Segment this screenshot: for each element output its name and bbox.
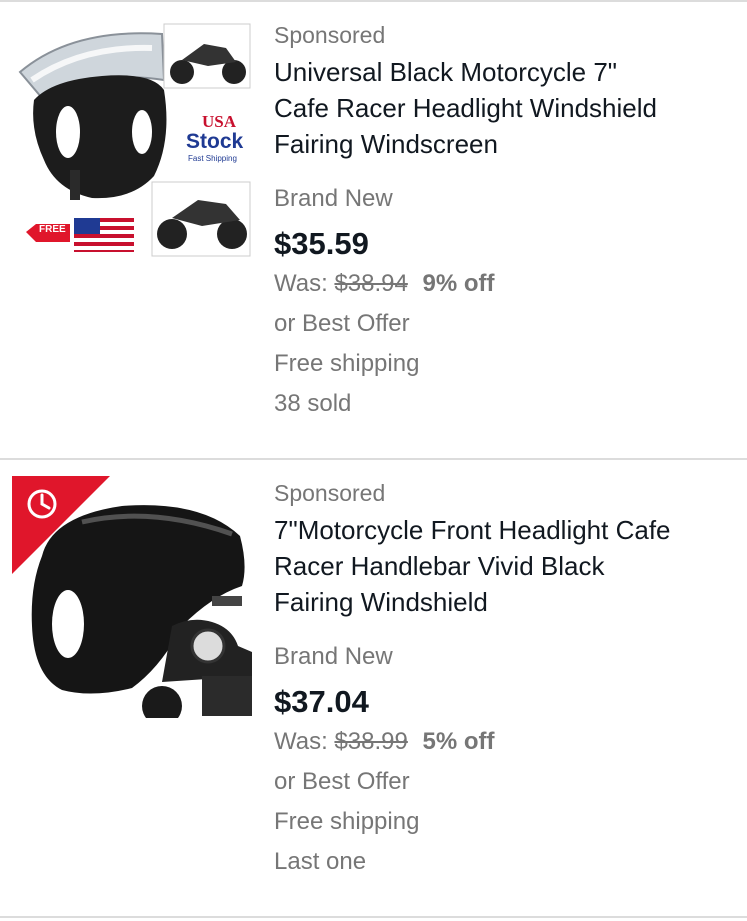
best-offer-text: or Best Offer: [274, 310, 410, 337]
title-line: Fairing Windshield: [274, 587, 488, 617]
listing-title[interactable]: 7"Motorcycle Front Headlight Cafe Racer …: [274, 512, 734, 620]
search-results-list: USA Stock Fast Shipping FREE Sponsored U…: [0, 0, 747, 921]
title-line: Racer Handlebar Vivid Black: [274, 551, 605, 581]
original-price: $38.99: [334, 728, 408, 755]
shipping-text: Free shipping: [274, 350, 420, 377]
best-offer-text: or Best Offer: [274, 768, 410, 795]
was-price-line: Was: $38.99 5% off: [274, 722, 734, 762]
item-condition: Brand New: [274, 185, 393, 212]
stock-badge-text: Stock: [186, 130, 244, 153]
listing-info: Sponsored 7"Motorcycle Front Headlight C…: [274, 460, 734, 882]
sold-count: 38 sold: [274, 390, 352, 417]
listing-title[interactable]: Universal Black Motorcycle 7" Cafe Racer…: [274, 54, 734, 162]
title-line: Universal Black Motorcycle 7": [274, 57, 618, 87]
listing-info: Sponsored Universal Black Motorcycle 7" …: [274, 2, 734, 424]
fairing-product-image: [12, 476, 252, 718]
title-line: 7"Motorcycle Front Headlight Cafe: [274, 515, 671, 545]
sold-count: Last one: [274, 848, 367, 875]
listing-thumbnail[interactable]: USA Stock Fast Shipping FREE: [12, 20, 254, 262]
was-label: Was:: [274, 728, 328, 755]
title-line: Fairing Windscreen: [274, 129, 498, 159]
item-price: $35.59: [274, 226, 369, 261]
listing-thumbnail[interactable]: [12, 476, 254, 718]
item-price: $37.04: [274, 684, 369, 719]
us-flag-icon: [74, 218, 134, 252]
was-label: Was:: [274, 270, 328, 297]
original-price: $38.94: [334, 270, 408, 297]
sponsored-label: Sponsored: [274, 480, 386, 506]
shipping-text: Free shipping: [274, 808, 420, 835]
listing-item[interactable]: Sponsored 7"Motorcycle Front Headlight C…: [0, 460, 747, 916]
sponsored-label: Sponsored: [274, 22, 386, 48]
was-price-line: Was: $38.94 9% off: [274, 264, 734, 304]
usa-badge-text: USA: [202, 112, 237, 131]
fast-shipping-text: Fast Shipping: [188, 154, 237, 163]
item-condition: Brand New: [274, 643, 393, 670]
free-tag-text: FREE: [39, 224, 66, 235]
title-line: Cafe Racer Headlight Windshield: [274, 93, 657, 123]
discount-percent: 5% off: [422, 728, 495, 755]
bottom-divider: [0, 916, 747, 918]
listing-item[interactable]: USA Stock Fast Shipping FREE Sponsored U…: [0, 2, 747, 458]
discount-percent: 9% off: [422, 270, 495, 297]
